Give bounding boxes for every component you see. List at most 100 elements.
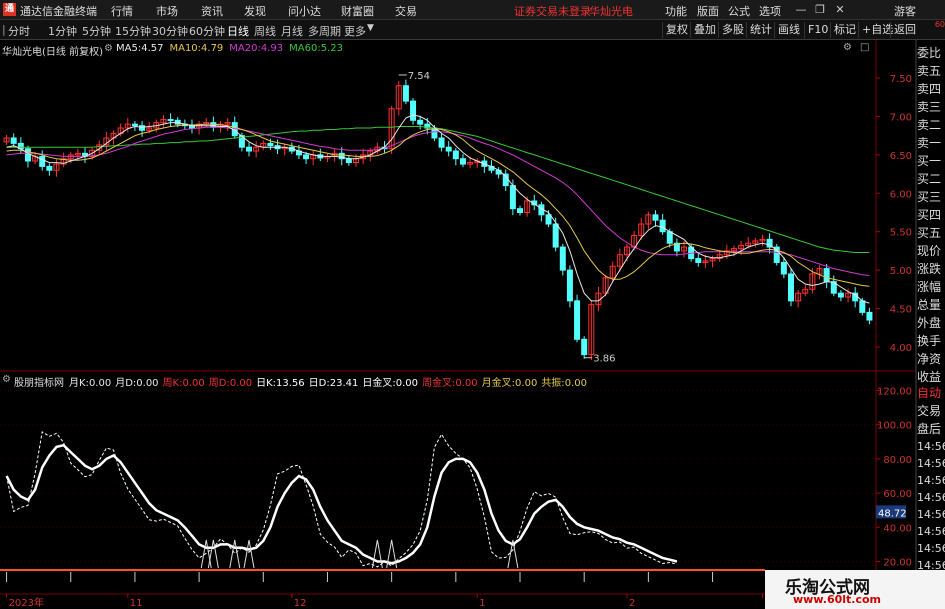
period-60min[interactable]: 60分钟 <box>189 23 225 39</box>
menu-item-discover[interactable]: 发现 <box>244 3 266 19</box>
title-bar: 通 通达信金融终端 行情 市场 资讯 发现 问小达 财富圈 交易 证券交易未登录… <box>0 0 945 20</box>
period-monthly[interactable]: 月线 <box>281 23 303 39</box>
price-tick-label: 4.50 <box>890 305 912 316</box>
user-guest[interactable]: 游客 <box>894 3 916 19</box>
candle-body <box>139 125 146 131</box>
sidebar-item-9[interactable]: 买四 <box>917 206 945 224</box>
menu-item-wealth[interactable]: 财富圈 <box>341 3 374 19</box>
period-5min[interactable]: 5分钟 <box>82 23 111 39</box>
sidebar-item-4[interactable]: 卖二 <box>917 116 945 134</box>
weekly-k-value: 0.00 <box>182 378 205 389</box>
sidebar-item-0[interactable]: 委比 <box>917 44 945 62</box>
sidebar-item-17[interactable]: 净资 <box>917 350 945 368</box>
close-icon[interactable]: ✕ <box>832 2 848 17</box>
candle-body <box>659 219 666 233</box>
monthly-cross-value: 0.00 <box>515 378 538 389</box>
sidebar-item-14[interactable]: 总量 <box>917 296 945 314</box>
minimize-icon[interactable]: — <box>793 2 809 17</box>
menu-item-formula[interactable]: 公式 <box>728 3 750 19</box>
stock-chart[interactable]: 7.507.006.506.005.505.004.504.00120.0010… <box>0 40 945 609</box>
chevron-down-icon[interactable]: ▼ <box>367 23 374 33</box>
price-tick-label: 6.50 <box>890 151 912 162</box>
signal-triangle <box>229 539 241 569</box>
menu-item-function[interactable]: 功能 <box>665 3 687 19</box>
menu-item-trade[interactable]: 交易 <box>395 3 417 19</box>
daily-k-label: 日K: <box>256 378 277 389</box>
settings-gear-icon[interactable]: ⚙ <box>104 43 113 54</box>
overlay-button[interactable]: 叠加 <box>690 22 719 38</box>
period-30min[interactable]: 30分钟 <box>152 23 188 39</box>
candle-body <box>267 142 274 147</box>
mark-button[interactable]: 标记 <box>830 22 859 38</box>
sidebar-item-15[interactable]: 外盘 <box>917 314 945 332</box>
price-tick-label: 7.50 <box>890 74 912 85</box>
menu-item-quotes[interactable]: 行情 <box>111 3 133 19</box>
candle-body <box>345 158 352 164</box>
stats-button[interactable]: 统计 <box>746 22 775 38</box>
sidebar-top-marker: 60 <box>934 20 945 29</box>
x-tick-label: 2 <box>629 598 635 609</box>
restore-icon[interactable]: ❐ <box>812 2 828 17</box>
back-button[interactable]: 返回 <box>890 22 919 38</box>
panel-settings-icon[interactable]: ⚙ <box>843 42 852 53</box>
indicator-tick-label: 120.00 <box>877 387 912 398</box>
sidebar-item-1[interactable]: 卖五 <box>917 62 945 80</box>
sidebar-item-8[interactable]: 买三 <box>917 188 945 206</box>
menu-item-ask[interactable]: 问小达 <box>288 3 321 19</box>
watermark: 乐淘公式网 www.60lt.com <box>765 570 945 609</box>
monthly-k-label: 月K: <box>69 378 89 389</box>
price-tick-label: 7.00 <box>890 112 912 123</box>
candle-body <box>780 261 787 275</box>
period-more[interactable]: 更多 <box>344 23 366 39</box>
signal-triangle <box>243 539 255 569</box>
candle-body <box>581 338 588 356</box>
menu-item-layout[interactable]: 版面 <box>697 3 719 19</box>
multi-stock-button[interactable]: 多股 <box>718 22 747 38</box>
sidebar-item-7[interactable]: 买二 <box>917 170 945 188</box>
period-1min[interactable]: 1分钟 <box>48 23 77 39</box>
monthly-d-label: 月D: <box>115 378 137 389</box>
monthly-d-value: 0.00 <box>136 378 159 389</box>
indicator-tick-label: 100.00 <box>877 421 912 432</box>
ma-legend: MA5:4.57 MA10:4.79 MA20:4.93 MA60:5.23 <box>116 43 343 54</box>
candle-body <box>787 273 794 302</box>
candle-body <box>545 214 552 225</box>
sidebar-item-2[interactable]: 卖四 <box>917 80 945 98</box>
monthly-k-value: 0.00 <box>88 378 112 389</box>
adjust-button[interactable]: 复权 <box>662 22 691 38</box>
sidebar-item-auto[interactable]: 自动 <box>917 384 945 402</box>
sidebar-item-afterhours[interactable]: 盘后 <box>917 420 945 438</box>
panel-expand-icon[interactable]: □ <box>860 42 869 53</box>
sidebar-time-6: 14:56 <box>917 542 945 555</box>
period-multi[interactable]: 多周期 <box>308 23 341 39</box>
sidebar-item-12[interactable]: 涨跌 <box>917 260 945 278</box>
menu-item-options[interactable]: 选项 <box>759 3 781 19</box>
sidebar-item-3[interactable]: 卖三 <box>917 98 945 116</box>
candle-body <box>167 119 174 122</box>
sidebar-item-trade[interactable]: 交易 <box>917 402 945 420</box>
daily-d-value: 23.41 <box>329 378 359 389</box>
candle-body <box>402 85 409 102</box>
period-15min[interactable]: 15分钟 <box>115 23 151 39</box>
menu-item-market[interactable]: 市场 <box>156 3 178 19</box>
candle-body <box>509 185 516 210</box>
price-tick-label: 4.00 <box>890 343 912 354</box>
sidebar-item-16[interactable]: 换手 <box>917 332 945 350</box>
indicator-settings-icon[interactable]: ⚙ <box>2 374 11 385</box>
sidebar-item-10[interactable]: 买五 <box>917 224 945 242</box>
period-daily[interactable]: 日线 <box>227 23 249 39</box>
indicator-current-value: 48.72 <box>878 508 907 519</box>
sidebar-item-6[interactable]: 买一 <box>917 152 945 170</box>
period-intraday[interactable]: 分时 <box>8 23 30 39</box>
login-warning[interactable]: 证券交易未登录 <box>514 3 591 19</box>
candle-body <box>866 311 873 321</box>
sidebar-item-5[interactable]: 卖一 <box>917 134 945 152</box>
draw-button[interactable]: 画线 <box>774 22 803 38</box>
sidebar-item-11[interactable]: 现价 <box>917 242 945 260</box>
signal-triangle <box>200 539 212 569</box>
period-weekly[interactable]: 周线 <box>254 23 276 39</box>
sidebar-item-13[interactable]: 涨幅 <box>917 278 945 296</box>
high-price-label: 7.54 <box>408 71 430 82</box>
menu-item-news[interactable]: 资讯 <box>201 3 223 19</box>
f10-button[interactable]: F10 <box>804 22 831 38</box>
